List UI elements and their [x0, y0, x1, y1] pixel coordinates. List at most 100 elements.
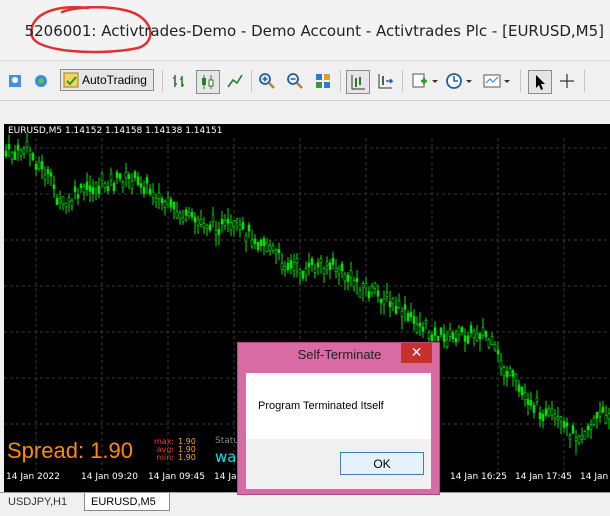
- candle-body: [13, 151, 17, 160]
- candle-body: [370, 286, 374, 293]
- candle-body: [259, 239, 263, 247]
- bar-chart-icon[interactable]: [168, 70, 190, 92]
- candle-body: [190, 212, 194, 218]
- candle-body: [49, 172, 53, 177]
- chart-symbol-header: EURUSD,M5 1.14152 1.14158 1.14138 1.1415…: [8, 126, 223, 136]
- candle-body: [502, 367, 506, 376]
- candlestick-icon[interactable]: [196, 70, 220, 94]
- candle-body: [604, 414, 608, 424]
- candle-body: [445, 339, 449, 347]
- candle-body: [274, 250, 278, 255]
- candle-body: [406, 312, 410, 321]
- candle-body: [349, 270, 353, 278]
- candle-body: [553, 413, 557, 419]
- candle-body: [214, 229, 218, 236]
- tile-windows-icon[interactable]: [312, 70, 334, 92]
- toolbar-separator: [520, 70, 521, 92]
- periods-icon[interactable]: [444, 70, 474, 92]
- candle-body: [289, 260, 293, 269]
- dialog-body: Program Terminated Itself: [246, 373, 431, 439]
- candle-body: [556, 416, 560, 420]
- autotrading-button[interactable]: AutoTrading: [60, 69, 154, 91]
- candle-body: [382, 298, 386, 305]
- candle-body: [298, 269, 302, 274]
- candle-body: [451, 332, 455, 340]
- candle-body: [16, 144, 20, 151]
- candle-body: [559, 416, 563, 422]
- candle-body: [394, 305, 398, 314]
- candle-body: [160, 198, 164, 204]
- title-bar: 5206001: Activtrades-Demo - Demo Account…: [0, 0, 610, 61]
- window-title: 5206001: Activtrades-Demo - Demo Account…: [24, 22, 604, 40]
- candle-body: [154, 198, 158, 203]
- candle-body: [376, 290, 380, 297]
- candle-body: [268, 245, 272, 251]
- candle-body: [133, 171, 137, 179]
- candle-body: [586, 425, 590, 431]
- candle-body: [97, 185, 101, 194]
- chart-shift-icon[interactable]: [346, 70, 370, 94]
- candle-body: [439, 327, 443, 335]
- crosshair-icon[interactable]: [556, 70, 578, 92]
- candle-body: [142, 187, 146, 194]
- candle-body: [199, 218, 203, 225]
- candle-body: [340, 263, 344, 271]
- candle-body: [40, 161, 44, 170]
- candle-body: [37, 161, 41, 170]
- cursor-icon[interactable]: [528, 70, 552, 94]
- candle-body: [571, 425, 575, 434]
- candle-body: [229, 222, 233, 231]
- candle-body: [466, 335, 470, 344]
- candle-body: [223, 219, 227, 227]
- ok-button[interactable]: OK: [340, 452, 424, 475]
- candle-body: [568, 435, 572, 440]
- candle-body: [355, 278, 359, 283]
- candle-body: [118, 173, 122, 180]
- candle-body: [217, 229, 221, 235]
- candle-body: [271, 245, 275, 251]
- candle-body: [79, 184, 83, 188]
- autotrading-icon: [63, 72, 79, 88]
- candle-body: [487, 339, 491, 348]
- candle-body: [574, 437, 578, 441]
- candle-body: [580, 434, 584, 440]
- candle-body: [184, 209, 188, 216]
- line-chart-icon[interactable]: [224, 70, 246, 92]
- candle-body: [232, 219, 236, 227]
- candle-body: [358, 290, 362, 298]
- candle-body: [331, 257, 335, 265]
- candle-body: [265, 243, 269, 252]
- autoscroll-icon[interactable]: [374, 70, 396, 92]
- candle-body: [145, 177, 149, 184]
- tab-usdjpy-h1[interactable]: USDJPY,H1: [2, 493, 82, 511]
- time-axis-label: 14 Jan 09:45: [148, 472, 205, 482]
- candle-body: [403, 304, 407, 310]
- candle-body: [88, 185, 92, 192]
- candle-body: [601, 406, 605, 413]
- toolbar-separator: [584, 70, 585, 92]
- candle-body: [193, 216, 197, 223]
- candle-body: [109, 173, 113, 181]
- candle-body: [541, 413, 545, 422]
- toolbar: AutoTrading: [0, 62, 610, 101]
- candle-body: [73, 186, 77, 192]
- tab-eurusd-m5[interactable]: EURUSD,M5: [84, 493, 170, 511]
- candle-body: [136, 176, 140, 185]
- candle-body: [457, 326, 461, 336]
- indicators-icon[interactable]: [410, 70, 440, 92]
- candle-body: [295, 258, 299, 264]
- candle-body: [412, 316, 416, 324]
- signals-icon[interactable]: [30, 70, 52, 92]
- zoom-out-icon[interactable]: [284, 70, 306, 92]
- candle-body: [103, 182, 107, 189]
- zoom-in-icon[interactable]: [256, 70, 278, 92]
- candle-body: [505, 370, 509, 377]
- chart-tabs: USDJPY,H1 EURUSD,M5: [0, 492, 610, 516]
- toolbar-separator: [162, 70, 163, 92]
- templates-icon[interactable]: [482, 70, 512, 92]
- profile-icon[interactable]: [4, 70, 26, 92]
- candle-body: [472, 330, 476, 338]
- self-terminate-dialog: Self-Terminate ✕ Program Terminated Itse…: [237, 342, 440, 495]
- close-icon[interactable]: ✕: [401, 343, 432, 363]
- candle-body: [598, 410, 602, 417]
